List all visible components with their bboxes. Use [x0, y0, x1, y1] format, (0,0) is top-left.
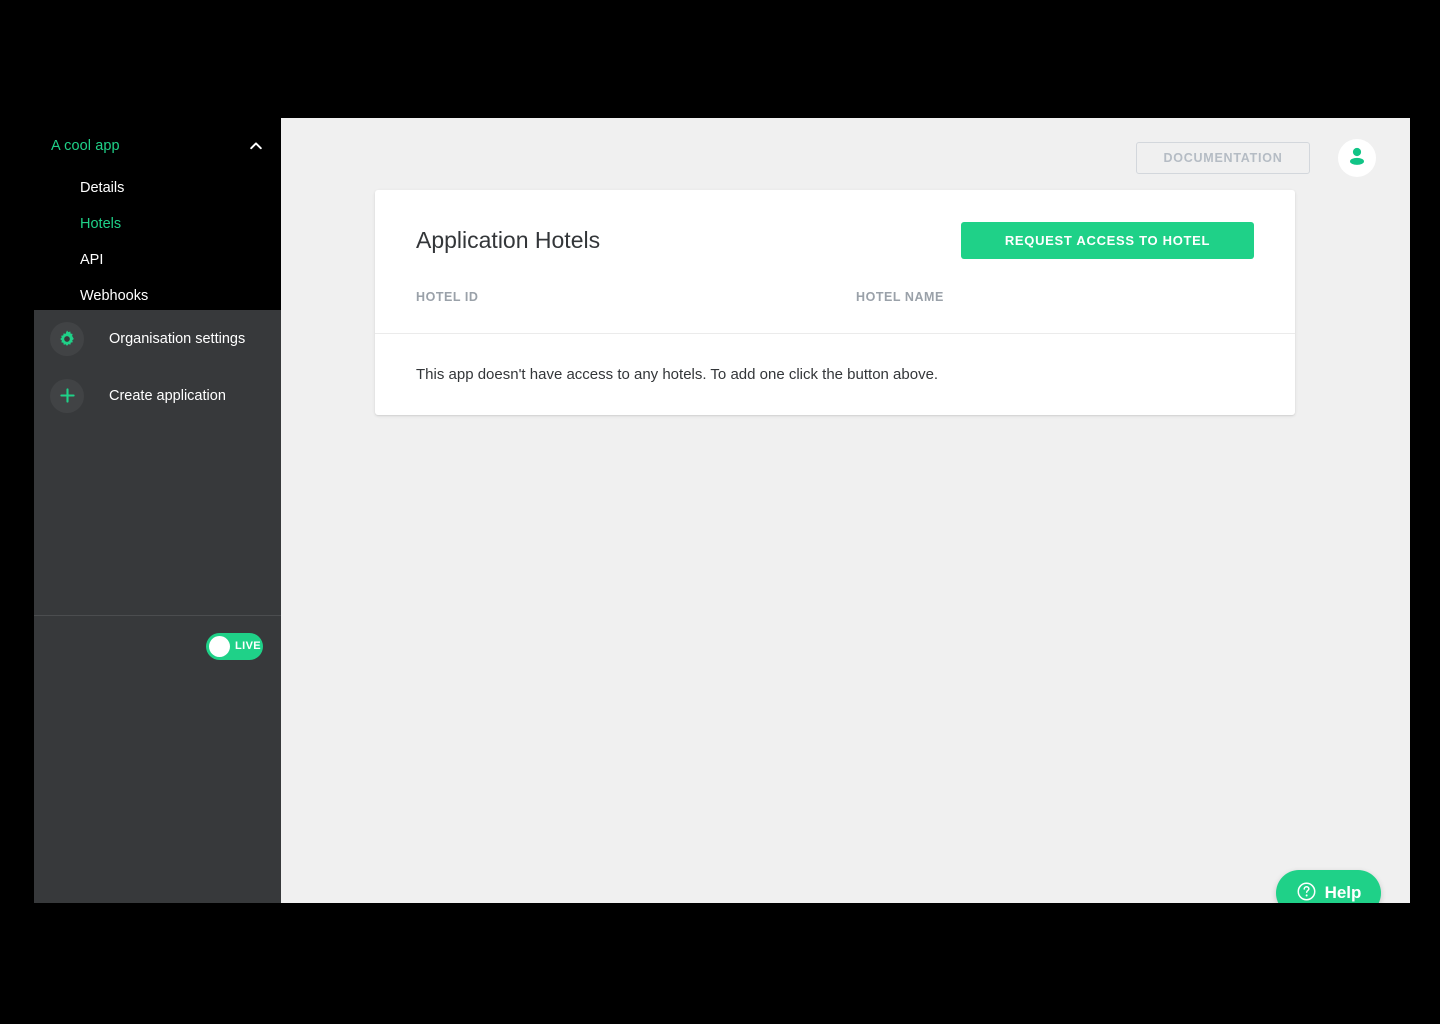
card-header: Application Hotels REQUEST ACCESS TO HOT… — [375, 190, 1295, 290]
page-title: Application Hotels — [416, 226, 601, 253]
main-content: DOCUMENTATION Application Hotels REQUEST… — [281, 118, 1410, 903]
sidebar-item-organisation-settings[interactable]: Organisation settings — [34, 310, 281, 367]
sidebar-actions: Organisation settings Create application… — [34, 310, 281, 660]
sidebar-app-header[interactable]: A cool app — [51, 132, 264, 160]
browser-viewport: A cool app Details Hotels API Webhooks O… — [34, 118, 1410, 903]
table-header-row: HOTEL ID HOTEL NAME — [375, 290, 1295, 334]
user-avatar-icon — [1345, 144, 1369, 173]
sidebar-item-label: Hotels — [80, 216, 122, 232]
sidebar-item-label: Organisation settings — [109, 330, 246, 347]
help-widget-label: Help — [1324, 883, 1362, 902]
environment-toggle-row: LIVE — [34, 616, 281, 676]
sidebar-item-label: Webhooks — [80, 288, 149, 304]
application-hotels-card: Application Hotels REQUEST ACCESS TO HOT… — [375, 190, 1295, 415]
sidebar-item-label: API — [80, 252, 104, 268]
sidebar-item-hotels[interactable]: Hotels — [34, 206, 281, 242]
sidebar-item-label: Create application — [109, 387, 226, 404]
top-bar: DOCUMENTATION — [281, 118, 1410, 198]
help-widget-button[interactable]: Help — [1276, 870, 1381, 903]
sidebar: A cool app Details Hotels API Webhooks O… — [34, 118, 281, 903]
sidebar-app-section: A cool app Details Hotels API Webhooks — [34, 118, 281, 310]
sidebar-app-name: A cool app — [51, 138, 120, 154]
live-mode-toggle[interactable]: LIVE — [206, 632, 263, 660]
gear-icon — [50, 321, 84, 356]
column-header-hotel-id: HOTEL ID — [416, 290, 479, 304]
sidebar-item-label: Details — [80, 180, 125, 196]
table-empty-state: This app doesn't have access to any hote… — [375, 334, 1295, 415]
sidebar-item-details[interactable]: Details — [34, 170, 281, 206]
sidebar-item-webhooks[interactable]: Webhooks — [34, 278, 281, 314]
toggle-knob — [209, 635, 230, 657]
chevron-up-icon[interactable] — [248, 138, 264, 154]
question-circle-icon — [1296, 881, 1317, 903]
request-access-to-hotel-button[interactable]: REQUEST ACCESS TO HOTEL — [961, 221, 1254, 259]
sidebar-nav-list: Details Hotels API Webhooks — [34, 170, 281, 314]
avatar[interactable] — [1338, 139, 1376, 177]
sidebar-item-api[interactable]: API — [34, 242, 281, 278]
live-mode-label: LIVE — [235, 640, 262, 652]
documentation-button[interactable]: DOCUMENTATION — [1136, 142, 1310, 174]
sidebar-item-create-application[interactable]: Create application — [34, 367, 281, 424]
column-header-hotel-name: HOTEL NAME — [856, 290, 944, 304]
empty-state-message: This app doesn't have access to any hote… — [416, 366, 939, 383]
plus-icon — [50, 378, 84, 413]
